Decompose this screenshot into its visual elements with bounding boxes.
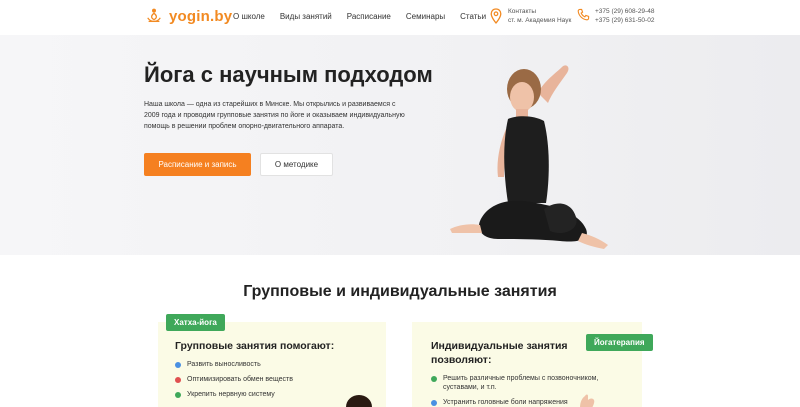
contacts-address: ст. м. Академия Наук [508, 17, 572, 24]
list-item: Устранить головные боли напряжения [431, 398, 631, 407]
nav-item-articles[interactable]: Статьи [460, 12, 486, 21]
individual-benefits-list: Решить различные проблемы с позвоночнико… [431, 374, 631, 407]
person-photo [346, 395, 372, 407]
about-method-button[interactable]: О методике [260, 153, 333, 176]
bullet-dot [431, 375, 437, 382]
phone-number-2[interactable]: +375 (29) 631-50-02 [595, 16, 654, 25]
site-header: yogin.by О школе Виды занятий Расписание… [0, 0, 800, 35]
nav-item-seminars[interactable]: Семинары [406, 12, 445, 21]
bullet-dot [175, 391, 181, 398]
nav-item-schedule[interactable]: Расписание [347, 12, 391, 21]
hero-section: Йога с научным подходом Наша школа — одн… [0, 35, 800, 255]
phone-icon [577, 8, 590, 21]
logo[interactable]: yogin.by [145, 7, 232, 25]
yoga-woman-photo [450, 65, 608, 249]
list-item-text: Укрепить нервную систему [187, 391, 275, 398]
contacts-title: Контакты [508, 8, 537, 15]
bullet-dot [175, 376, 181, 383]
phone-number-1[interactable]: +375 (29) 608-29-48 [595, 7, 654, 16]
list-item-text: Оптимизировать обмен веществ [187, 376, 293, 383]
hero-description: Наша школа — одна из старейших в Минске.… [144, 101, 405, 130]
list-item-text: Решить различные проблемы с позвоночнико… [443, 375, 599, 391]
individual-card-heading: Индивидуальные занятия позволяют: [431, 340, 568, 366]
lotus-icon [147, 8, 161, 23]
bullet-dot [175, 361, 181, 368]
yoga-therapy-tag[interactable]: Йогатерапия [586, 334, 653, 351]
map-pin-icon [490, 8, 502, 24]
group-benefits-list: Развить выносливость Оптимизировать обме… [175, 360, 293, 405]
nav-item-classes[interactable]: Виды занятий [280, 12, 332, 21]
group-card-heading: Групповые занятия помогают: [175, 340, 335, 352]
hatha-yoga-tag[interactable]: Хатха-йога [166, 314, 225, 331]
phones-block: +375 (29) 608-29-48 +375 (29) 631-50-02 [577, 7, 654, 25]
list-item: Решить различные проблемы с позвоночнико… [431, 374, 631, 392]
list-item: Развить выносливость [175, 360, 293, 369]
contacts-block[interactable]: Контакты ст. м. Академия Наук [490, 7, 571, 25]
bullet-dot [431, 399, 437, 406]
nav-item-about[interactable]: О школе [233, 12, 265, 21]
list-item: Оптимизировать обмен веществ [175, 375, 293, 384]
schedule-signup-button[interactable]: Расписание и запись [144, 153, 251, 176]
list-item-text: Развить выносливость [187, 361, 261, 368]
logo-text: yogin.by [169, 7, 233, 25]
hand-photo [580, 394, 595, 407]
hero-title: Йога с научным подходом [144, 62, 433, 87]
main-nav: О школе Виды занятий Расписание Семинары… [233, 12, 501, 21]
section-title: Групповые и индивидуальные занятия [243, 283, 557, 300]
list-item: Укрепить нервную систему [175, 390, 293, 399]
list-item-text: Устранить головные боли напряжения [443, 399, 568, 406]
